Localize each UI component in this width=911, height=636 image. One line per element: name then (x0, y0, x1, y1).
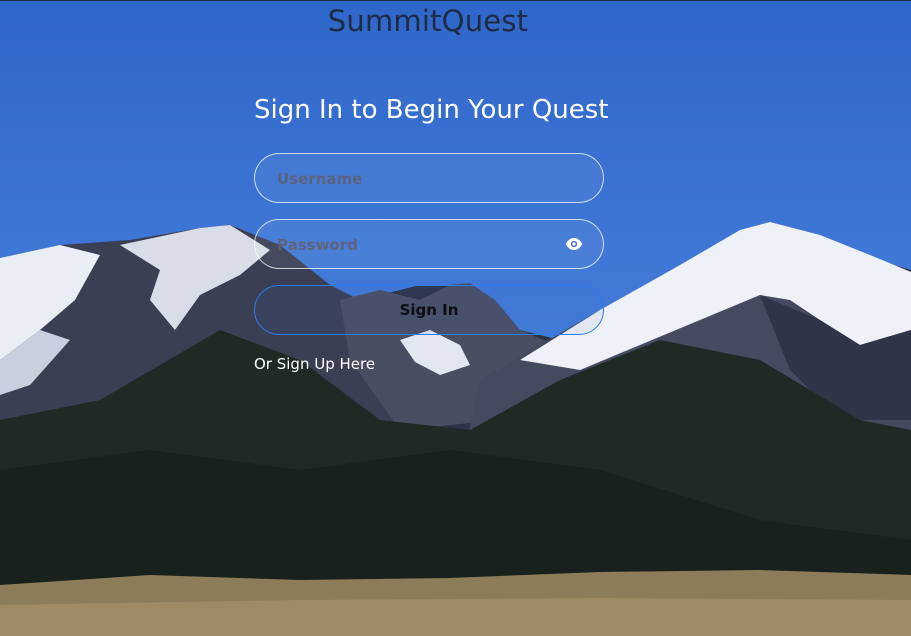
username-input[interactable] (275, 154, 559, 203)
sign-up-link[interactable]: Or Sign Up Here (254, 355, 375, 373)
password-field[interactable] (254, 219, 604, 269)
password-input[interactable] (275, 220, 559, 269)
brand-title: SummitQuest (327, 4, 529, 38)
eye-icon[interactable] (565, 235, 583, 253)
page-title: Sign In to Begin Your Quest (254, 95, 609, 125)
username-field[interactable] (254, 153, 604, 203)
sign-in-button[interactable]: Sign In (254, 285, 604, 335)
golden-plain-near (0, 598, 911, 636)
login-page: SummitQuest Sign In to Begin Your Quest … (0, 0, 911, 636)
